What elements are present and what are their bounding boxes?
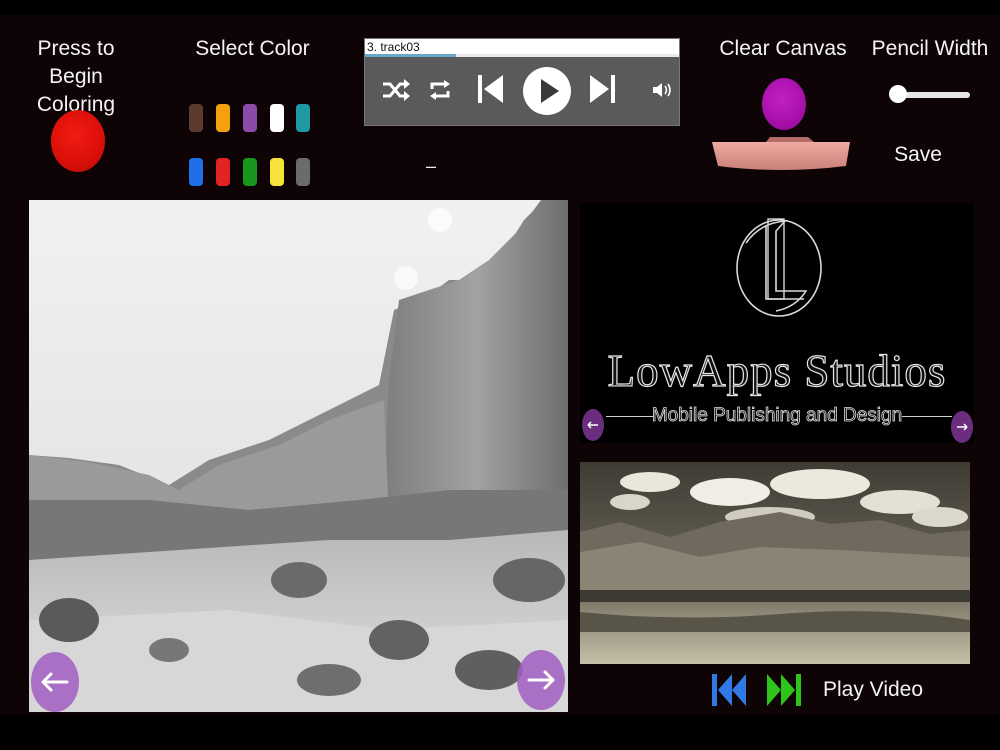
shuffle-icon[interactable]: [381, 77, 411, 103]
color-swatch[interactable]: [216, 104, 230, 132]
select-color-label: Select Color: [195, 37, 310, 60]
clear-canvas-label: Clear Canvas: [719, 37, 847, 60]
canyon-landscape-image: [29, 200, 568, 712]
play-button[interactable]: [523, 67, 571, 115]
play-icon: [541, 79, 559, 103]
status-dash: –: [426, 156, 437, 176]
repeat-icon[interactable]: [427, 77, 453, 103]
arrow-right-icon: [957, 423, 968, 431]
top-bar: [0, 0, 1000, 15]
volume-icon[interactable]: [651, 79, 675, 101]
logo-panel: LowApps Studios Mobile Publishing and De…: [580, 203, 974, 443]
valley-landscape-image: [580, 462, 970, 664]
save-button[interactable]: Save: [880, 141, 956, 169]
skip-forward-icon[interactable]: [588, 73, 618, 105]
rewind-icon[interactable]: [710, 670, 748, 710]
begin-coloring-button[interactable]: [51, 110, 105, 172]
music-player: 3. track03: [364, 38, 680, 126]
color-swatch[interactable]: [189, 104, 203, 132]
track-progress-bar[interactable]: [365, 54, 679, 57]
bottom-bar: [0, 714, 1000, 750]
prev-image-button[interactable]: [31, 652, 79, 712]
color-swatch[interactable]: [189, 158, 203, 186]
video-preview[interactable]: [580, 462, 970, 664]
play-video-button[interactable]: Play Video: [823, 676, 923, 704]
color-swatch[interactable]: [296, 158, 310, 186]
logo-next-button[interactable]: [951, 411, 973, 443]
eraser-icon[interactable]: [710, 136, 852, 172]
arrow-left-icon: [587, 421, 598, 429]
next-image-button[interactable]: [517, 650, 565, 710]
begin-coloring-label: Press to Begin Coloring: [36, 37, 116, 116]
track-progress-fill: [365, 54, 457, 57]
logo-prev-button[interactable]: [582, 409, 604, 441]
color-swatch[interactable]: [296, 104, 310, 132]
color-swatch[interactable]: [270, 158, 284, 186]
logo-title: LowApps Studios: [607, 345, 947, 396]
color-swatch[interactable]: [216, 158, 230, 186]
color-swatch[interactable]: [243, 158, 257, 186]
skip-back-icon[interactable]: [475, 73, 505, 105]
clear-canvas-button[interactable]: [762, 78, 806, 130]
pencil-width-label: Pencil Width: [871, 37, 989, 60]
lowapps-logo-icon: [736, 218, 822, 317]
color-swatch[interactable]: [270, 104, 284, 132]
logo-divider-right: [902, 416, 952, 417]
arrow-right-icon: [527, 670, 555, 690]
fast-forward-icon[interactable]: [765, 670, 803, 710]
arrow-left-icon: [41, 672, 69, 692]
coloring-canvas[interactable]: [29, 200, 568, 712]
pencil-width-thumb[interactable]: [889, 85, 907, 103]
color-swatch[interactable]: [243, 104, 257, 132]
